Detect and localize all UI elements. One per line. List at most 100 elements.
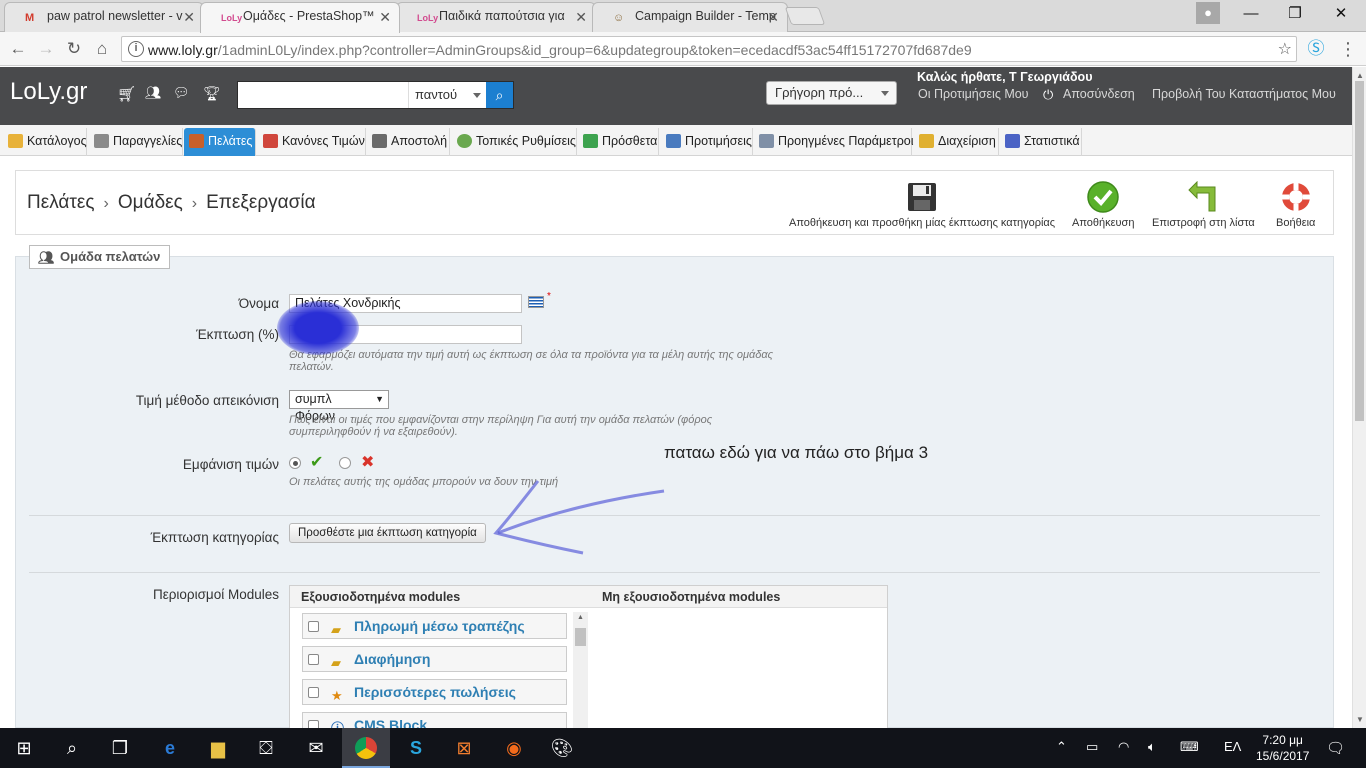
- menu-item-administration[interactable]: Διαχείριση: [914, 128, 999, 156]
- coins-icon: ▰: [331, 622, 341, 637]
- search-input[interactable]: [240, 84, 404, 106]
- battery-icon[interactable]: ▭: [1086, 739, 1098, 755]
- group-icon: 👥︎: [38, 250, 55, 265]
- help-button[interactable]: Βοήθεια: [1276, 181, 1315, 229]
- windows-start-icon[interactable]: ⊞: [0, 728, 48, 768]
- browser-tab-active[interactable]: LoLy Ομάδες - PrestaShop™ ✕: [200, 2, 400, 33]
- search-scope-select[interactable]: παντού: [408, 82, 487, 108]
- close-window-button[interactable]: ✕: [1318, 0, 1364, 28]
- info-icon[interactable]: i: [128, 41, 144, 57]
- show-prices-yes-radio[interactable]: [289, 457, 301, 469]
- browser-tab[interactable]: M paw patrol newsletter - v ✕: [4, 2, 204, 32]
- back-arrow-icon[interactable]: ←: [6, 37, 30, 61]
- address-bar[interactable]: i www.loly.gr/1adminL0Ly/index.php?contr…: [121, 36, 1297, 62]
- menu-item-orders[interactable]: Παραγγελίες: [89, 128, 183, 156]
- menu-item-preferences[interactable]: Προτιμήσεις: [661, 128, 753, 156]
- scrollbar-thumb[interactable]: [1355, 81, 1364, 421]
- greek-flag-icon[interactable]: [528, 296, 544, 308]
- required-mark: *: [547, 291, 551, 302]
- module-checkbox[interactable]: [308, 621, 319, 632]
- page-scrollbar[interactable]: ▲ ▼: [1352, 67, 1366, 728]
- list-item[interactable]: ★ Περισσότερες πωλήσεις: [302, 679, 567, 705]
- close-icon[interactable]: ✕: [767, 9, 779, 26]
- close-icon[interactable]: ✕: [575, 9, 587, 26]
- menu-item-advanced-parameters[interactable]: Προηγμένες Παράμετροι: [754, 128, 914, 156]
- breadcrumb-groups[interactable]: Ομάδες: [118, 192, 183, 213]
- browser-tab[interactable]: LoLy Παιδικά παπούτσια για ✕: [396, 2, 596, 32]
- list-item[interactable]: ▰ Διαφήμηση: [302, 646, 567, 672]
- store-icon[interactable]: ⛋: [242, 728, 290, 768]
- preferences-icon: [666, 134, 681, 148]
- menu-item-customers[interactable]: Πελάτες: [184, 128, 256, 156]
- profile-icon[interactable]: ●: [1196, 2, 1220, 24]
- menu-item-stats[interactable]: Στατιστικά: [1000, 128, 1082, 156]
- clock[interactable]: 7:20 μμ 15/6/2017: [1256, 732, 1309, 764]
- browser-tab[interactable]: ☺ Campaign Builder - Temp ✕: [592, 2, 788, 32]
- list-item[interactable]: ▰ Πληρωμή μέσω τραπέζης: [302, 613, 567, 639]
- scroll-up-icon[interactable]: ▲: [1356, 71, 1364, 80]
- chrome-menu-icon[interactable]: ⋮: [1336, 37, 1360, 61]
- language-indicator[interactable]: ΕΛ: [1224, 739, 1241, 754]
- wifi-icon[interactable]: ◠: [1118, 739, 1129, 755]
- price-rules-icon: [263, 134, 278, 148]
- menu-item-shipping[interactable]: Αποστολή: [367, 128, 450, 156]
- add-category-discount-button[interactable]: Προσθέστε μια έκπτωση κατηγορία: [289, 523, 486, 543]
- cart-icon[interactable]: 🛒︎: [117, 85, 136, 103]
- scrollbar-thumb[interactable]: [575, 628, 586, 646]
- loly-icon: LoLy: [221, 13, 243, 23]
- quick-access-select[interactable]: Γρήγορη πρό...: [766, 81, 897, 105]
- edge-icon[interactable]: e: [146, 728, 194, 768]
- search-icon[interactable]: ⌕: [48, 728, 96, 768]
- save-and-add-discount-button[interactable]: Αποθήκευση και προσθήκη μίας έκπτωσης κα…: [789, 181, 1055, 229]
- modules-box: Εξουσιοδοτημένα modules Μη εξουσιοδοτημέ…: [289, 585, 888, 736]
- shop-logo[interactable]: LoLy.gr: [10, 78, 87, 106]
- skype-extension-icon[interactable]: Ⓢ: [1304, 37, 1328, 61]
- menu-item-modules[interactable]: Πρόσθετα: [578, 128, 659, 156]
- skype-icon[interactable]: S: [392, 728, 440, 768]
- reload-icon[interactable]: ↻: [62, 37, 86, 61]
- menu-item-catalog[interactable]: Κατάλογος: [3, 128, 87, 156]
- my-preferences-link[interactable]: Οι Προτιμήσεις Μου: [918, 87, 1029, 101]
- file-explorer-icon[interactable]: ▆: [194, 728, 242, 768]
- logout-link[interactable]: Αποσύνδεση: [1063, 87, 1135, 101]
- modules-scrollbar[interactable]: ▲: [573, 612, 588, 728]
- notifications-icon[interactable]: 🗨︎: [1326, 739, 1345, 757]
- chevron-up-icon[interactable]: ⌃: [1056, 739, 1067, 755]
- trophy-icon[interactable]: 🏆︎: [203, 85, 221, 102]
- home-icon[interactable]: ⌂: [90, 37, 114, 61]
- firefox-icon[interactable]: ◉: [490, 728, 538, 768]
- paint-icon[interactable]: 🎨︎: [538, 728, 586, 768]
- star-bookmark-icon[interactable]: ☆: [1278, 39, 1292, 59]
- menu-item-price-rules[interactable]: Κανόνες Τιμών: [258, 128, 366, 156]
- close-icon[interactable]: ✕: [183, 9, 195, 26]
- back-to-list-button[interactable]: Επιστροφή στη λίστα: [1152, 181, 1255, 229]
- price-display-select[interactable]: συμπλ Φόρων ▼: [289, 390, 389, 423]
- xampp-icon[interactable]: ⊠: [440, 728, 488, 768]
- forward-arrow-icon[interactable]: →: [34, 37, 58, 61]
- breadcrumb-customers[interactable]: Πελάτες: [27, 192, 95, 213]
- view-shop-link[interactable]: Προβολή Του Καταστήματος Μου: [1152, 87, 1336, 101]
- restore-button[interactable]: ❐: [1272, 0, 1318, 28]
- module-checkbox[interactable]: [308, 654, 319, 665]
- menu-item-localization[interactable]: Τοπικές Ρυθμίσεις: [452, 128, 577, 156]
- folder-icon: [8, 134, 23, 148]
- scribble-redaction: [277, 301, 359, 355]
- admin-header: LoLy.gr 🛒︎ 👥︎ 💬︎ 🏆︎ παντού ⌕ Γρήγορη πρό…: [0, 67, 1352, 125]
- customers-icon[interactable]: 👥︎: [145, 85, 162, 101]
- show-prices-no-radio[interactable]: [339, 457, 351, 469]
- module-checkbox[interactable]: [308, 687, 319, 698]
- search-button[interactable]: ⌕: [486, 82, 513, 108]
- messages-icon[interactable]: 💬︎: [173, 85, 190, 101]
- new-tab-button[interactable]: [784, 7, 826, 25]
- save-button[interactable]: Αποθήκευση: [1072, 181, 1134, 229]
- key-icon: [919, 134, 934, 148]
- chrome-taskbar-icon[interactable]: [342, 728, 390, 768]
- volume-icon[interactable]: 🔈︎: [1148, 739, 1156, 755]
- minimize-button[interactable]: —: [1228, 0, 1274, 28]
- keyboard-icon[interactable]: ⌨: [1180, 739, 1199, 755]
- scroll-up-icon[interactable]: ▲: [577, 614, 584, 621]
- mail-icon[interactable]: ✉: [292, 728, 340, 768]
- close-icon[interactable]: ✕: [379, 9, 391, 26]
- scroll-down-icon[interactable]: ▼: [1356, 715, 1364, 724]
- task-view-icon[interactable]: ❐: [96, 728, 144, 768]
